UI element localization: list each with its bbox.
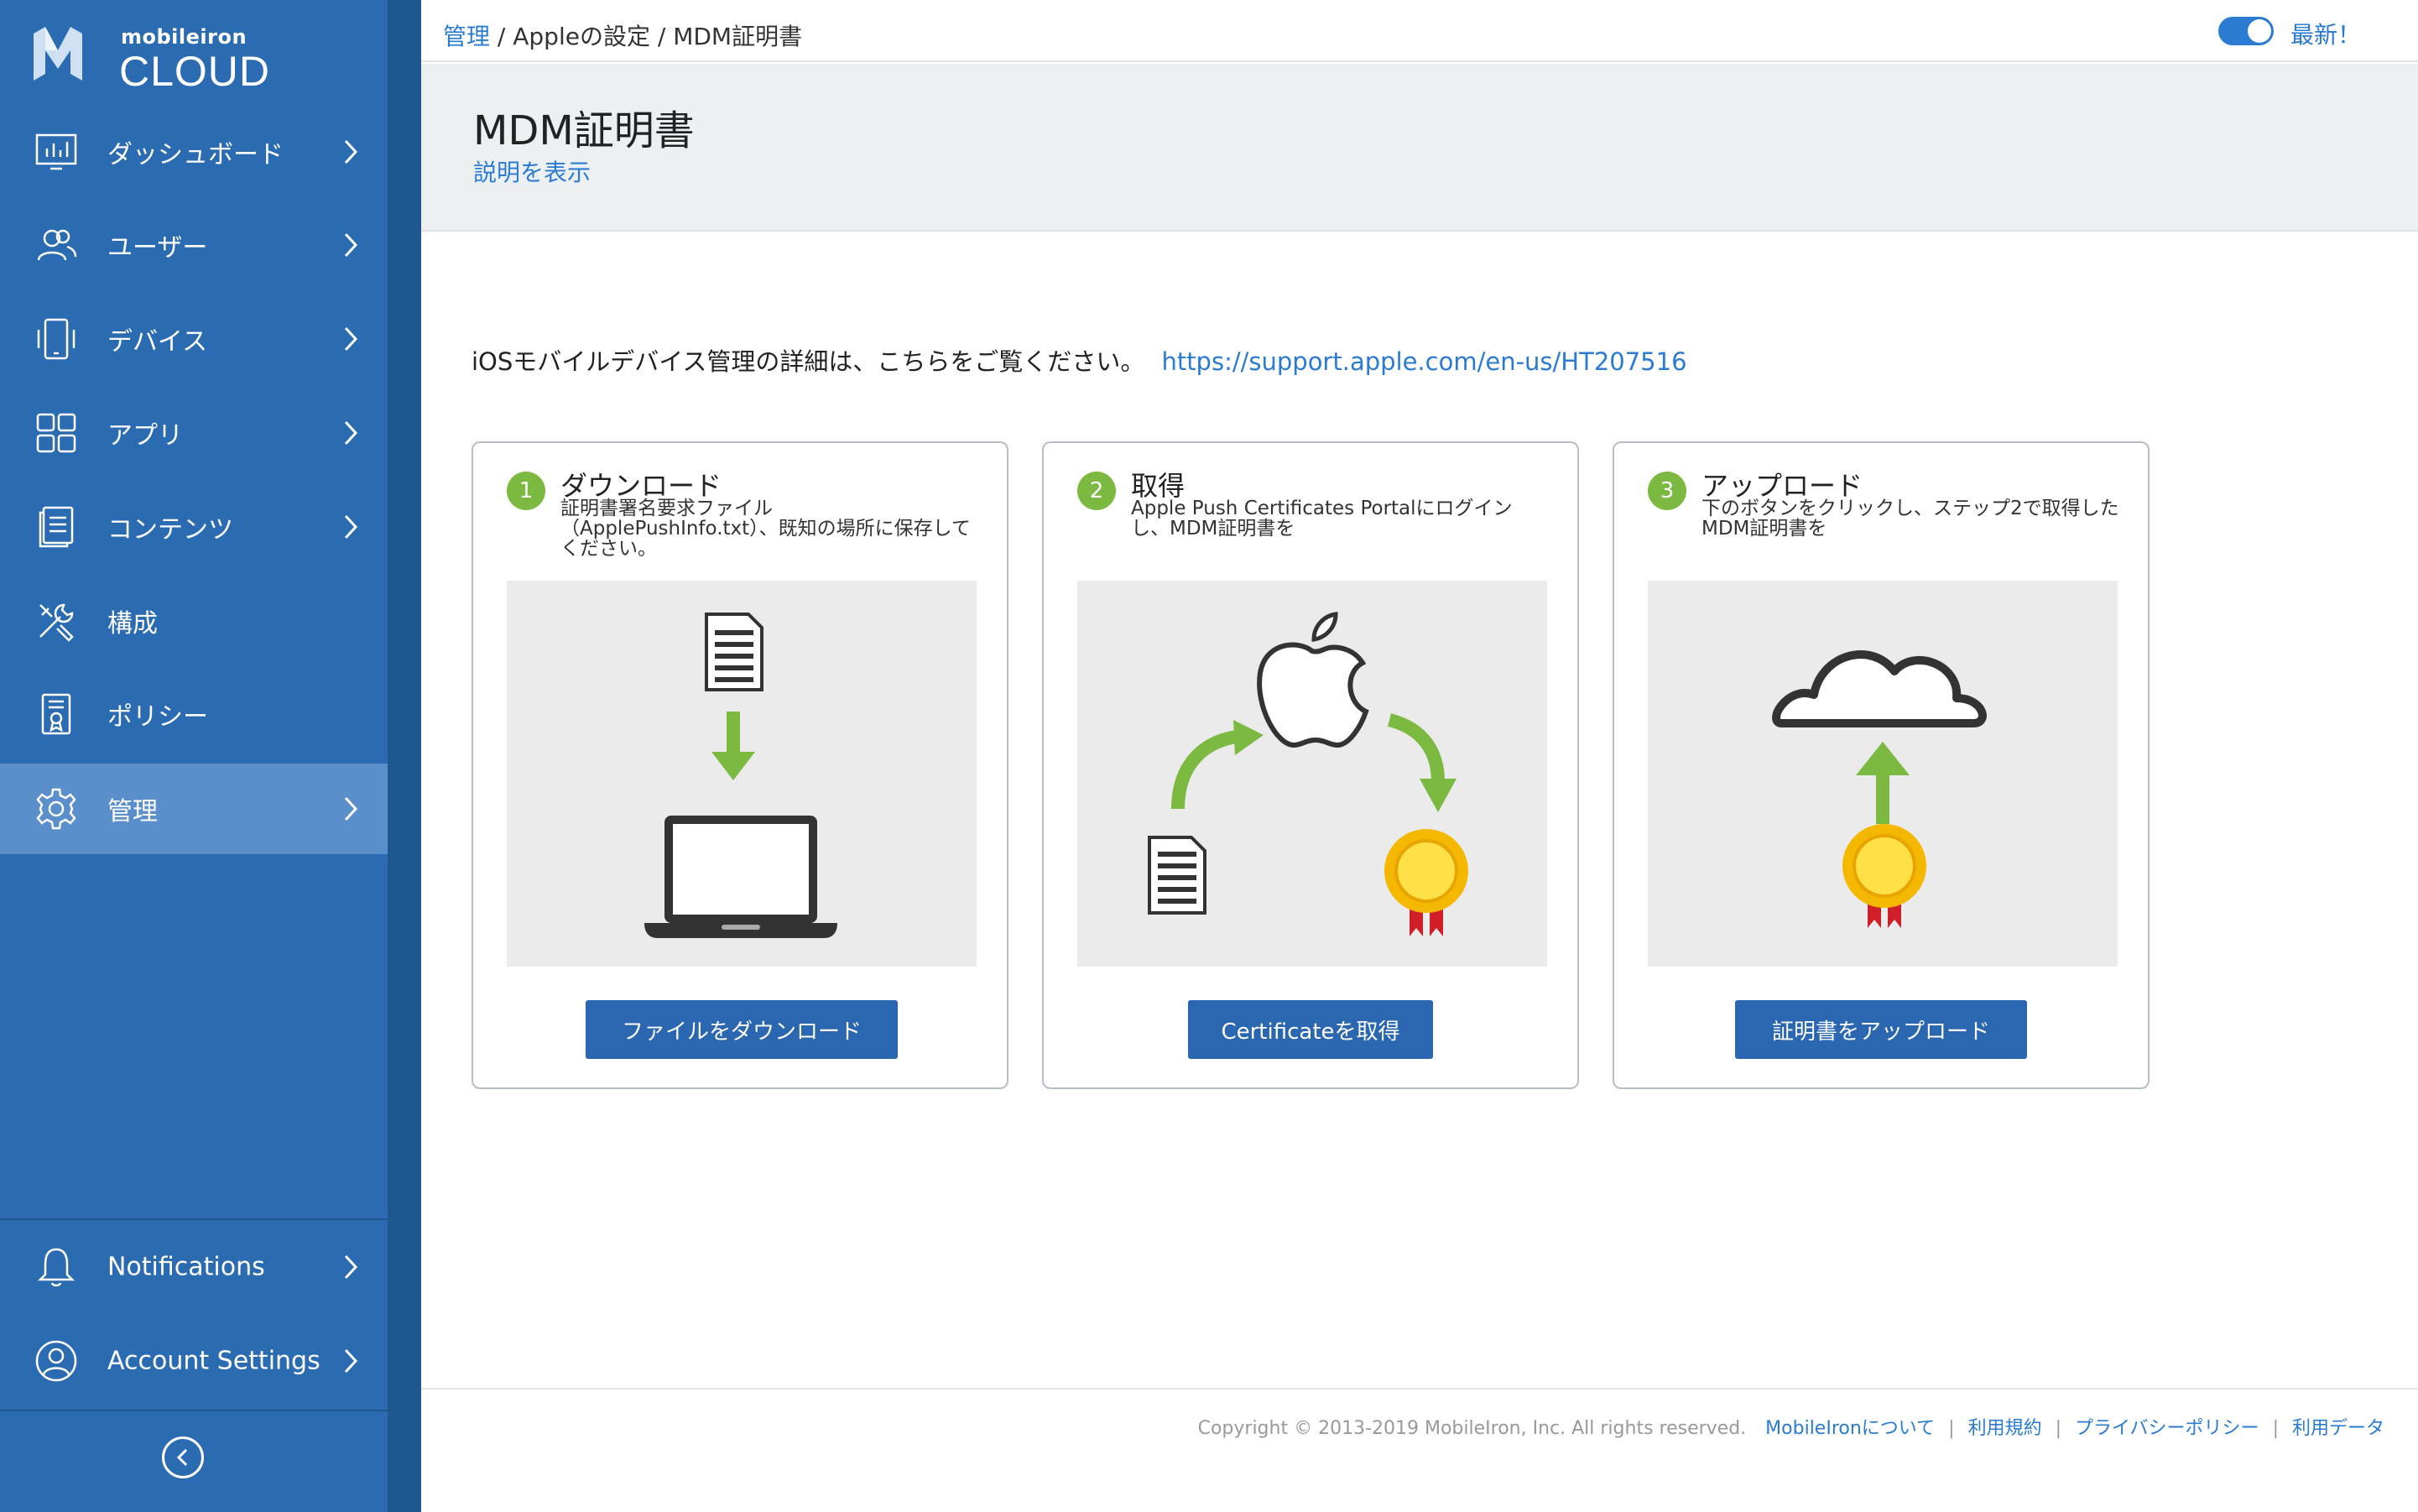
chevron-right-icon: [344, 139, 358, 164]
step-description: 証明書署名要求ファイル（ApplePushInfo.txt）、既知の場所に保存し…: [560, 498, 971, 560]
sidebar-item-users[interactable]: ユーザー: [0, 200, 388, 290]
sidebar-item-label: Notifications: [107, 1252, 265, 1282]
sidebar-item-notifications[interactable]: Notifications: [0, 1222, 388, 1312]
gear-icon: [34, 786, 79, 832]
sidebar-item-policies[interactable]: ポリシー: [0, 669, 388, 759]
intro-text-row: iOSモバイルデバイス管理の詳細は、こちらをご覧ください。 https://sup…: [472, 342, 1687, 378]
mobileiron-logo: mobileiron CLOUD: [32, 22, 334, 95]
chevron-right-icon: [344, 326, 358, 352]
sidebar-item-label: アプリ: [107, 421, 183, 451]
sidebar-item-label: デバイス: [107, 327, 208, 357]
download-file-button[interactable]: ファイルをダウンロード: [586, 1000, 898, 1059]
arrow-down-right-icon: [1387, 713, 1457, 812]
intro-text: iOSモバイルデバイス管理の詳細は、こちらをご覧ください。: [472, 347, 1145, 376]
sidebar-item-label: Account Settings: [107, 1346, 320, 1376]
toggle-knob: [2248, 19, 2271, 43]
dashboard-icon: [34, 129, 79, 175]
get-certificate-button[interactable]: Certificateを取得: [1188, 1000, 1433, 1059]
chevron-right-icon: [344, 420, 358, 446]
chevron-right-icon: [344, 1348, 358, 1374]
footer-divider: [421, 1388, 2418, 1389]
breadcrumb: 管理 / Appleの設定 / MDM証明書: [443, 18, 802, 52]
upload-certificate-button[interactable]: 証明書をアップロード: [1735, 1000, 2027, 1059]
step-description: 下のボタンをクリックし、ステップ2で取得したMDM証明書を: [1701, 498, 2119, 540]
sidebar-item-label: ダッシュボード: [107, 140, 284, 169]
footer-separator: |: [2055, 1418, 2061, 1439]
sidebar-item-devices[interactable]: デバイス: [0, 294, 388, 384]
arrow-down-icon: [711, 712, 755, 780]
cloud-icon: [1772, 650, 1987, 727]
collapse-sidebar-button[interactable]: [162, 1436, 204, 1478]
sidebar-item-label: 構成: [107, 609, 158, 639]
chevron-right-icon: [344, 514, 358, 540]
users-icon: [34, 222, 79, 268]
sidebar-item-label: コンテンツ: [107, 515, 233, 545]
step-description: Apple Push Certificates Portalにログインし、MDM…: [1131, 498, 1513, 540]
tools-icon: [34, 598, 79, 644]
download-illustration: [507, 581, 977, 967]
page-title: MDM証明書: [473, 107, 695, 154]
footer: Copyright © 2013-2019 MobileIron, Inc. A…: [1198, 1413, 2384, 1440]
top-bar: 管理 / Appleの設定 / MDM証明書 最新！: [421, 0, 2418, 62]
apple-support-link[interactable]: https://support.apple.com/en-us/HT207516: [1161, 347, 1686, 376]
arrow-up-right-icon: [1171, 720, 1264, 810]
step-number-badge: 1: [507, 472, 545, 510]
breadcrumb-rest: / Appleの設定 / MDM証明書: [490, 23, 803, 50]
obtain-illustration: [1077, 581, 1547, 967]
laptop-icon: [644, 816, 837, 938]
devices-icon: [34, 316, 79, 362]
apple-logo-icon: [1257, 612, 1369, 748]
sidebar-item-label: ポリシー: [107, 702, 208, 732]
arrow-up-icon: [1856, 742, 1910, 824]
latest-toggle[interactable]: [2218, 17, 2274, 45]
copyright-text: Copyright © 2013-2019 MobileIron, Inc. A…: [1197, 1418, 1747, 1439]
policy-icon: [34, 691, 79, 737]
chevron-right-icon: [344, 232, 358, 258]
step-card-download: 1 ダウンロード 証明書署名要求ファイル（ApplePushInfo.txt）、…: [472, 441, 1008, 1089]
page-header: MDM証明書 説明を表示: [421, 64, 2418, 232]
certificate-seal-icon: [1842, 824, 1926, 928]
show-description-link[interactable]: 説明を表示: [473, 154, 591, 188]
footer-separator: |: [1948, 1418, 1955, 1439]
sidebar-item-account-settings[interactable]: Account Settings: [0, 1316, 388, 1406]
step-number-badge: 3: [1648, 472, 1686, 510]
content-icon: [34, 504, 79, 550]
footer-link-terms[interactable]: 利用規約: [1968, 1418, 2042, 1439]
sidebar-edge: [388, 0, 421, 1512]
step-card-upload: 3 アップロード 下のボタンをクリックし、ステップ2で取得したMDM証明書を 証…: [1613, 441, 2150, 1089]
sidebar: mobileiron CLOUD ダッシュボード ユーザー デバイス アプリ コ…: [0, 0, 388, 1512]
account-icon: [34, 1338, 79, 1384]
sidebar-item-configuration[interactable]: 構成: [0, 576, 388, 666]
sidebar-item-apps[interactable]: アプリ: [0, 388, 388, 478]
sidebar-item-label: 管理: [107, 797, 158, 826]
footer-link-usage-data[interactable]: 利用データ: [2292, 1418, 2384, 1439]
chevron-right-icon: [344, 796, 358, 821]
latest-label[interactable]: 最新！: [2290, 17, 2361, 50]
step-number-badge: 2: [1077, 472, 1116, 510]
footer-link-about[interactable]: MobileIronについて: [1765, 1418, 1935, 1439]
document-icon: [705, 613, 763, 691]
sidebar-item-content[interactable]: コンテンツ: [0, 482, 388, 572]
document-icon: [1148, 836, 1206, 915]
chevron-left-icon: [176, 1448, 188, 1467]
brand-big-text: CLOUD: [119, 48, 271, 95]
footer-separator: |: [2272, 1418, 2279, 1439]
mobileiron-m-icon: [34, 27, 82, 81]
footer-link-privacy[interactable]: プライバシーポリシー: [2075, 1418, 2259, 1439]
apps-icon: [34, 410, 79, 456]
chevron-right-icon: [344, 1254, 358, 1280]
upload-illustration: [1648, 581, 2118, 967]
sidebar-item-admin[interactable]: 管理: [0, 764, 388, 854]
sidebar-divider: [0, 1410, 388, 1411]
step-card-obtain: 2 取得 Apple Push Certificates Portalにログイン…: [1042, 441, 1579, 1089]
brand-small-text: mobileiron: [121, 25, 248, 49]
certificate-seal-icon: [1384, 829, 1468, 936]
breadcrumb-root-link[interactable]: 管理: [443, 23, 490, 50]
bell-icon: [34, 1244, 79, 1290]
sidebar-divider: [0, 1218, 388, 1220]
sidebar-item-dashboard[interactable]: ダッシュボード: [0, 107, 388, 197]
sidebar-item-label: ユーザー: [107, 233, 208, 263]
